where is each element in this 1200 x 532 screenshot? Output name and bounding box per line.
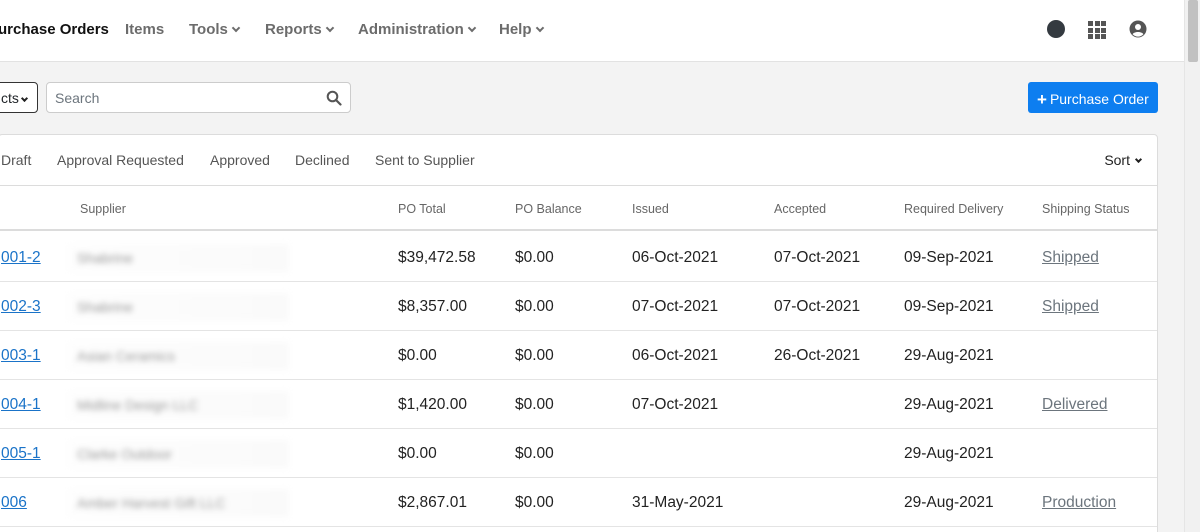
nav-label: Help	[499, 21, 532, 38]
tab-declined[interactable]: Declined	[295, 152, 349, 168]
table-row[interactable]: 004-1 Midline Design LLC $1,420.00 $0.00 07-…	[0, 380, 1157, 429]
cell-required-delivery: 09-Sep-2021	[904, 249, 994, 266]
cell-accepted: 07-Oct-2021	[774, 298, 861, 315]
col-required-delivery[interactable]: Required Delivery	[904, 202, 1003, 216]
chevron-down-icon	[1134, 155, 1143, 164]
nav-items[interactable]: Items	[125, 21, 164, 38]
shipping-status-link[interactable]: Shipped	[1042, 298, 1099, 316]
cell-supplier-redacted: Clarke Outdoor	[69, 440, 289, 468]
cell-issued: 07-Oct-2021	[632, 298, 719, 315]
po-number-link[interactable]: 002-3	[1, 298, 41, 316]
table-row[interactable]: 002-3 Shabrine $8,357.00 $0.00 07-Oct-2021 07…	[0, 282, 1157, 331]
table-row[interactable]: 006 Amber Harvest Gift LLC $2,867.01 $0.00 3…	[0, 478, 1157, 527]
nav-label: urchase Orders	[0, 21, 109, 38]
cell-required-delivery: 29-Aug-2021	[904, 396, 994, 413]
chevron-down-icon	[20, 94, 28, 103]
shipping-status-link[interactable]: Production	[1042, 494, 1116, 512]
chevron-down-icon	[535, 23, 544, 33]
cell-po-total: $0.00	[398, 347, 437, 364]
cell-po-balance: $0.00	[515, 445, 554, 462]
col-shipping-status[interactable]: Shipping Status	[1042, 202, 1130, 216]
nav-tools[interactable]: Tools	[189, 21, 241, 38]
cell-po-total: $8,357.00	[398, 298, 467, 315]
user-account-icon[interactable]	[1129, 20, 1147, 38]
po-number-link[interactable]: 001-2	[1, 249, 41, 267]
top-navbar: urchase Orders Items Tools Reports Admin…	[0, 0, 1184, 62]
nav-reports[interactable]: Reports	[265, 21, 334, 38]
cell-required-delivery: 29-Aug-2021	[904, 494, 994, 511]
cell-po-balance: $0.00	[515, 396, 554, 413]
cell-po-total: $1,420.00	[398, 396, 467, 413]
cell-po-total: $0.00	[398, 445, 437, 462]
col-po-balance[interactable]: PO Balance	[515, 202, 582, 216]
shipping-status-link[interactable]: Delivered	[1042, 396, 1107, 414]
table-row[interactable]: 005-1 Clarke Outdoor $0.00 $0.00 29-Aug-2021	[0, 429, 1157, 478]
tab-draft[interactable]: Draft	[1, 152, 31, 168]
col-accepted[interactable]: Accepted	[774, 202, 826, 216]
cell-po-total: $2,867.01	[398, 494, 467, 511]
table-row[interactable]: 001-2 Shabrine $39,472.58 $0.00 06-Oct-2021 0…	[0, 233, 1157, 282]
col-supplier[interactable]: Supplier	[80, 202, 126, 216]
po-number-link[interactable]: 005-1	[1, 445, 41, 463]
nav-label: Tools	[189, 21, 228, 38]
sort-label: Sort	[1104, 152, 1130, 168]
cell-issued: 06-Oct-2021	[632, 249, 719, 266]
table-header: Supplier PO Total PO Balance Issued Acce…	[0, 186, 1157, 231]
tab-sent-to-supplier[interactable]: Sent to Supplier	[375, 152, 475, 168]
cell-required-delivery: 29-Aug-2021	[904, 347, 994, 364]
search-input[interactable]	[47, 83, 317, 112]
cell-supplier-redacted: Shabrine	[69, 244, 289, 272]
cell-po-balance: $0.00	[515, 347, 554, 364]
filter-select-label: cts	[1, 90, 19, 106]
po-number-link[interactable]: 004-1	[1, 396, 41, 414]
cell-issued: 07-Oct-2021	[632, 396, 719, 413]
cell-po-balance: $0.00	[515, 494, 554, 511]
cell-po-balance: $0.00	[515, 249, 554, 266]
cell-supplier-redacted: Asian Ceramics	[69, 342, 289, 370]
nav-help[interactable]: Help	[499, 21, 544, 38]
purchase-orders-card: Draft Approval Requested Approved Declin…	[0, 134, 1158, 532]
sort-dropdown[interactable]: Sort	[1104, 152, 1143, 168]
po-number-link[interactable]: 003-1	[1, 347, 41, 365]
col-po-total[interactable]: PO Total	[398, 202, 446, 216]
apps-grid-icon[interactable]	[1088, 21, 1106, 39]
nav-purchase-orders[interactable]: urchase Orders	[0, 21, 109, 38]
nav-label: Administration	[358, 21, 464, 38]
scrollbar-thumb[interactable]	[1188, 0, 1198, 62]
cell-supplier-redacted: Amber Harvest Gift LLC	[69, 489, 289, 517]
cell-issued: 31-May-2021	[632, 494, 724, 511]
table-row[interactable]: 003-1 Asian Ceramics $0.00 $0.00 06-Oct-2021…	[0, 331, 1157, 380]
cell-supplier-redacted: Shabrine	[69, 293, 289, 321]
status-tabs: Draft Approval Requested Approved Declin…	[0, 135, 1157, 186]
cell-required-delivery: 29-Aug-2021	[904, 445, 994, 462]
nav-label: Reports	[265, 21, 322, 38]
chevron-down-icon	[231, 23, 241, 33]
dark-circle-icon[interactable]	[1047, 20, 1065, 38]
cell-issued: 06-Oct-2021	[632, 347, 719, 364]
tab-approved[interactable]: Approved	[210, 152, 270, 168]
new-purchase-order-button[interactable]: + Purchase Order	[1028, 82, 1158, 113]
nav-administration[interactable]: Administration	[358, 21, 477, 38]
cell-required-delivery: 09-Sep-2021	[904, 298, 994, 315]
new-purchase-order-label: Purchase Order	[1049, 91, 1149, 107]
nav-label: Items	[125, 21, 165, 38]
tab-approval-requested[interactable]: Approval Requested	[57, 152, 184, 168]
cell-accepted: 26-Oct-2021	[774, 347, 861, 364]
chevron-down-icon	[467, 23, 477, 33]
search-icon[interactable]	[326, 90, 342, 106]
col-issued[interactable]: Issued	[632, 202, 669, 216]
chevron-down-icon	[325, 23, 334, 33]
shipping-status-link[interactable]: Shipped	[1042, 249, 1099, 267]
plus-icon: +	[1037, 90, 1047, 109]
cell-accepted: 07-Oct-2021	[774, 249, 861, 266]
cell-po-total: $39,472.58	[398, 249, 476, 266]
cell-supplier-redacted: Midline Design LLC	[69, 391, 289, 419]
cell-po-balance: $0.00	[515, 298, 554, 315]
page-scrollbar[interactable]	[1184, 0, 1200, 532]
filter-select[interactable]: cts	[0, 82, 38, 113]
search-box	[46, 82, 351, 113]
po-number-link[interactable]: 006	[1, 494, 27, 512]
